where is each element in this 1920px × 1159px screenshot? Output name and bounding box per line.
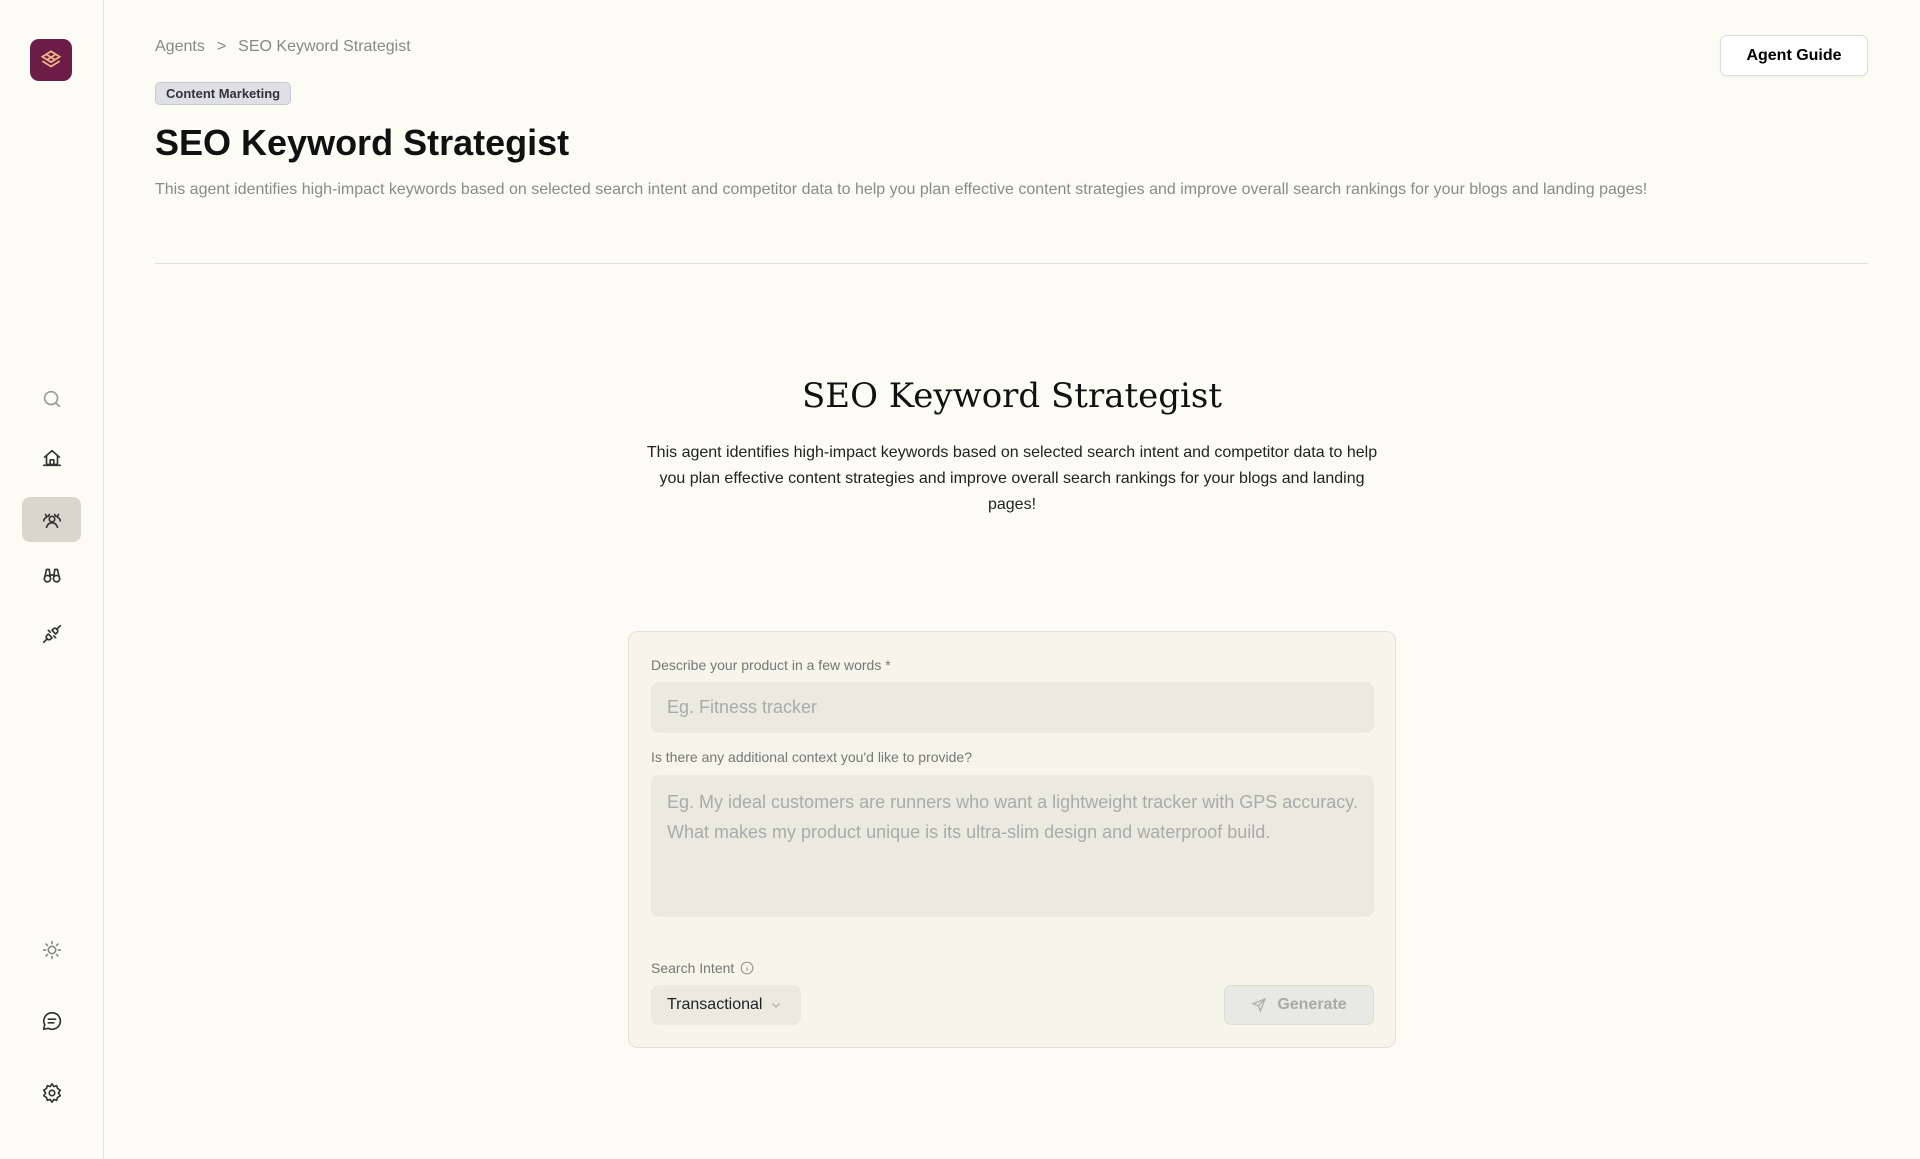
app-logo[interactable] — [30, 39, 72, 81]
generate-button[interactable]: Generate — [1224, 985, 1374, 1025]
logo-icon — [40, 50, 62, 68]
breadcrumb-separator: > — [216, 38, 227, 55]
sidebar-settings[interactable] — [22, 1070, 81, 1115]
binoculars-icon — [42, 568, 61, 583]
product-input[interactable] — [651, 682, 1374, 733]
search-intent-label-row: Search Intent — [651, 960, 754, 976]
agents-icon — [42, 513, 61, 528]
search-intent-select[interactable]: Transactional — [651, 985, 801, 1025]
sidebar-home[interactable] — [22, 435, 81, 480]
context-label: Is there any additional context you'd li… — [651, 749, 972, 765]
context-textarea[interactable] — [651, 775, 1374, 917]
product-label: Describe your product in a few words * — [651, 657, 891, 673]
page-description: This agent identifies high-impact keywor… — [155, 181, 1648, 198]
home-icon — [42, 449, 61, 466]
gear-icon — [42, 1082, 61, 1103]
agent-form: Describe your product in a few words * I… — [628, 631, 1396, 1048]
sidebar-integrations[interactable] — [22, 611, 81, 656]
generate-label: Generate — [1277, 996, 1347, 1013]
agent-guide-button[interactable]: Agent Guide — [1720, 35, 1868, 76]
send-icon — [1251, 997, 1267, 1013]
breadcrumb-current: SEO Keyword Strategist — [238, 38, 411, 55]
theme-toggle[interactable] — [22, 927, 81, 972]
chevron-down-icon — [772, 1003, 781, 1008]
agent-title: SEO Keyword Strategist — [801, 376, 1223, 416]
chat-icon — [42, 1011, 61, 1030]
breadcrumb-agents[interactable]: Agents — [155, 38, 205, 55]
search-intent-label: Search Intent — [651, 960, 735, 976]
divider — [155, 263, 1868, 264]
agent-description: This agent identifies high-impact keywor… — [646, 444, 1378, 513]
category-badge: Content Marketing — [155, 82, 292, 105]
plug-icon — [42, 624, 61, 643]
sidebar-explore[interactable] — [22, 552, 81, 597]
breadcrumb: Agents > SEO Keyword Strategist — [155, 38, 423, 56]
sidebar — [0, 0, 104, 1159]
sun-icon — [42, 940, 61, 959]
page-title: SEO Keyword Strategist — [155, 122, 570, 163]
info-icon[interactable] — [740, 961, 754, 975]
search-intent-value: Transactional — [667, 996, 763, 1013]
sidebar-agents[interactable] — [22, 497, 81, 542]
sidebar-chat[interactable] — [22, 998, 81, 1043]
